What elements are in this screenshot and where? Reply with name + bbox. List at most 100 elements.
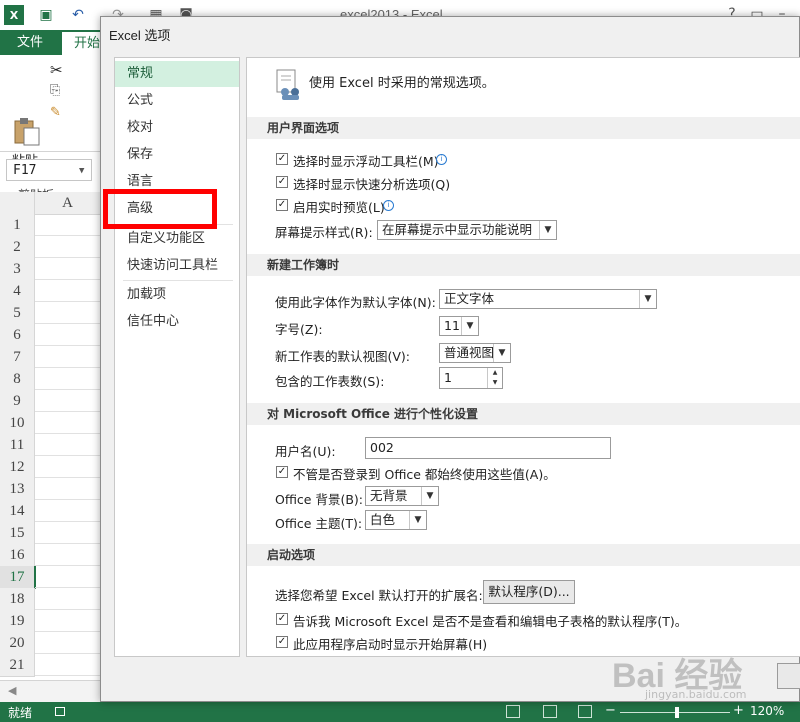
chevron-down-icon[interactable]: ▼ (539, 221, 556, 239)
nav-item-trust-center[interactable]: 信任中心 (115, 309, 239, 335)
default-view-dropdown[interactable]: 普通视图 ▼ (439, 343, 511, 363)
show-start-screen-checkbox[interactable]: ✓ (276, 636, 288, 648)
tab-file[interactable]: 文件 (0, 30, 60, 55)
nav-item-general[interactable]: 常规 (115, 61, 239, 87)
row-header[interactable]: 13 (0, 478, 35, 501)
nav-item-addins[interactable]: 加载项 (115, 282, 239, 308)
live-preview-checkbox[interactable]: ✓ (276, 199, 288, 211)
chevron-down-icon[interactable]: ▼ (421, 487, 438, 505)
chevron-down-icon[interactable]: ▼ (493, 344, 510, 362)
mini-toolbar-checkbox[interactable]: ✓ (276, 153, 288, 165)
cell[interactable] (35, 654, 100, 676)
row-header[interactable]: 5 (0, 302, 35, 325)
cell[interactable] (35, 302, 100, 324)
row-header[interactable]: 16 (0, 544, 35, 567)
screentip-dropdown[interactable]: 在屏幕提示中显示功能说明 ▼ (377, 220, 557, 240)
cell[interactable] (35, 588, 100, 610)
paste-icon[interactable] (12, 117, 42, 147)
column-header[interactable]: A (35, 192, 100, 215)
cell[interactable] (35, 610, 100, 632)
chevron-down-icon[interactable]: ▼ (639, 290, 656, 308)
chevron-down-icon[interactable]: ▼ (461, 317, 478, 335)
cell[interactable] (35, 522, 100, 544)
cell[interactable] (35, 456, 100, 478)
cell[interactable] (35, 324, 100, 346)
always-use-checkbox[interactable]: ✓ (276, 466, 288, 478)
cell[interactable] (35, 500, 100, 522)
nav-item-customize-ribbon[interactable]: 自定义功能区 (115, 226, 239, 252)
page-layout-icon[interactable] (543, 705, 557, 718)
cut-icon[interactable]: ✂ (50, 61, 63, 79)
section-header-ui: 用户界面选项 (247, 117, 800, 139)
tell-me-checkbox[interactable]: ✓ (276, 613, 288, 625)
row-header[interactable]: 21 (0, 654, 35, 677)
always-use-label: 不管是否登录到 Office 都始终使用这些值(A)。 (293, 467, 556, 482)
office-background-dropdown[interactable]: 无背景 ▼ (365, 486, 439, 506)
row-header[interactable]: 20 (0, 632, 35, 655)
row-header[interactable]: 10 (0, 412, 35, 435)
format-painter-icon[interactable]: ✎ (50, 105, 61, 120)
save-icon[interactable]: ▣ (36, 5, 56, 25)
macro-record-icon[interactable] (55, 707, 65, 716)
font-size-dropdown[interactable]: 11 ▼ (439, 316, 479, 336)
username-field[interactable]: 002 (365, 437, 611, 459)
cell[interactable] (35, 478, 100, 500)
select-all-corner[interactable] (0, 192, 35, 215)
cell[interactable] (35, 258, 100, 280)
office-theme-dropdown[interactable]: 白色 ▼ (365, 510, 427, 530)
cell[interactable] (35, 566, 100, 588)
row-header[interactable]: 2 (0, 236, 35, 259)
normal-view-icon[interactable] (506, 705, 520, 718)
row-header[interactable]: 3 (0, 258, 35, 281)
row-header[interactable]: 14 (0, 500, 35, 523)
row-header[interactable]: 6 (0, 324, 35, 347)
nav-item-proofing[interactable]: 校对 (115, 115, 239, 141)
row-header[interactable]: 18 (0, 588, 35, 611)
name-box[interactable]: F17 ▼ (6, 159, 92, 181)
cell[interactable] (35, 214, 100, 236)
zoom-slider-thumb[interactable] (675, 707, 679, 718)
cell[interactable] (35, 412, 100, 434)
page-break-icon[interactable] (578, 705, 592, 718)
row-header[interactable]: 7 (0, 346, 35, 369)
zoom-out-icon[interactable]: − (605, 703, 616, 718)
cell[interactable] (35, 236, 100, 258)
zoom-level[interactable]: 120% (750, 704, 784, 718)
default-view-value: 普通视图 (444, 345, 495, 360)
zoom-in-icon[interactable]: + (733, 703, 744, 718)
chevron-down-icon[interactable]: ▼ (409, 511, 426, 529)
quick-analysis-checkbox[interactable]: ✓ (276, 176, 288, 188)
row-header[interactable]: 11 (0, 434, 35, 457)
scroll-left-icon[interactable]: ◀ (8, 684, 16, 697)
row-header[interactable]: 9 (0, 390, 35, 413)
row-header[interactable]: 12 (0, 456, 35, 479)
cell[interactable] (35, 368, 100, 390)
default-programs-button[interactable]: 默认程序(D)... (483, 580, 575, 604)
ok-button[interactable] (777, 663, 800, 689)
cell[interactable] (35, 632, 100, 654)
row-header[interactable]: 4 (0, 280, 35, 303)
info-icon[interactable]: i (383, 200, 394, 211)
general-heading: 使用 Excel 时采用的常规选项。 (309, 76, 495, 91)
row-header[interactable]: 17 (0, 566, 36, 589)
spin-arrows-icon[interactable]: ▲ ▼ (487, 368, 502, 388)
row-header[interactable]: 1 (0, 214, 35, 237)
cell[interactable] (35, 544, 100, 566)
nav-item-formulas[interactable]: 公式 (115, 88, 239, 114)
chevron-down-icon[interactable]: ▼ (79, 160, 84, 182)
undo-icon[interactable]: ↶ (68, 5, 88, 25)
row-header[interactable]: 8 (0, 368, 35, 391)
copy-icon[interactable]: ⎘ (50, 83, 60, 98)
row-header[interactable]: 15 (0, 522, 35, 545)
cell[interactable] (35, 390, 100, 412)
cell[interactable] (35, 346, 100, 368)
cell[interactable] (35, 280, 100, 302)
row-header[interactable]: 19 (0, 610, 35, 633)
nav-item-quick-access[interactable]: 快速访问工具栏 (115, 253, 239, 279)
extensions-label: 选择您希望 Excel 默认打开的扩展名: (275, 588, 483, 603)
cell[interactable] (35, 434, 100, 456)
nav-item-save[interactable]: 保存 (115, 142, 239, 168)
info-icon[interactable]: i (436, 154, 447, 165)
sheet-count-stepper[interactable]: 1 ▲ ▼ (439, 367, 503, 389)
default-font-dropdown[interactable]: 正文字体 ▼ (439, 289, 657, 309)
